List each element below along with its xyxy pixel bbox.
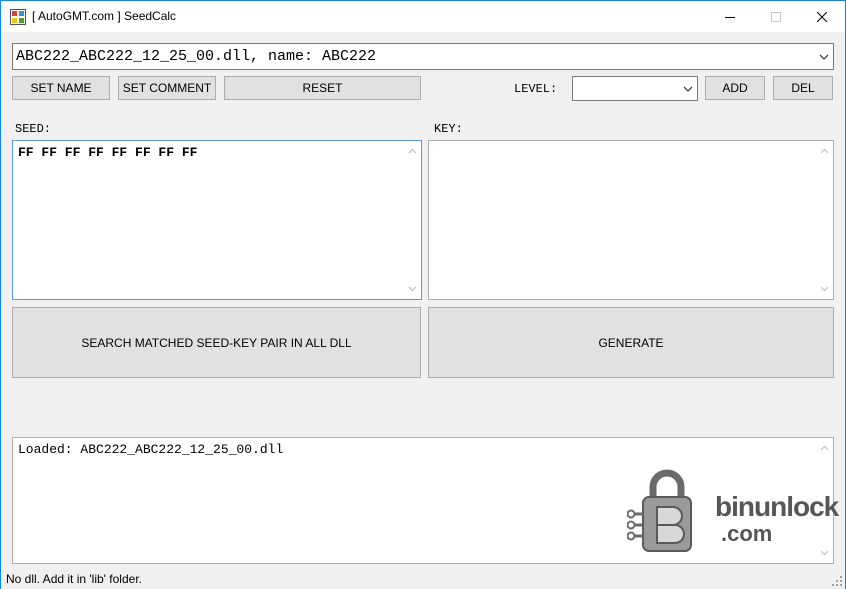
scroll-up-icon[interactable] (408, 147, 417, 156)
status-bar: No dll. Add it in 'lib' folder. (1, 568, 845, 589)
key-scrollbar[interactable] (816, 141, 833, 299)
minimize-button[interactable] (707, 1, 753, 32)
binunlock-watermark: binunlock .com (627, 469, 839, 555)
close-button[interactable] (799, 1, 845, 32)
resize-grip-icon[interactable] (832, 576, 842, 586)
binunlock-logo-icon (627, 469, 692, 552)
chevron-down-icon (683, 86, 693, 92)
key-textarea[interactable] (428, 140, 834, 300)
maximize-icon (771, 11, 781, 22)
add-level-button[interactable]: ADD (705, 76, 765, 100)
set-comment-button[interactable]: SET COMMENT (118, 76, 216, 100)
level-select[interactable] (572, 76, 698, 101)
search-matched-pair-button[interactable]: SEARCH MATCHED SEED-KEY PAIR IN ALL DLL (12, 307, 421, 378)
log-text: Loaded: ABC222_ABC222_12_25_00.dll (18, 442, 284, 457)
chevron-down-icon (819, 54, 829, 60)
watermark-text: binunlock (715, 491, 839, 522)
generate-button[interactable]: GENERATE (428, 307, 834, 378)
status-text: No dll. Add it in 'lib' folder. (6, 572, 142, 586)
window-title: [ AutoGMT.com ] SeedCalc (32, 9, 177, 23)
seed-label: SEED: (15, 122, 52, 136)
seed-value: FF FF FF FF FF FF FF FF (18, 145, 198, 160)
minimize-icon (725, 16, 735, 18)
dll-select-value: ABC222_ABC222_12_25_00.dll, name: ABC222 (16, 48, 377, 65)
scroll-up-icon[interactable] (820, 147, 829, 156)
scroll-down-icon[interactable] (408, 284, 417, 293)
close-icon (817, 11, 827, 22)
key-label: KEY: (434, 122, 463, 136)
maximize-button[interactable] (753, 1, 799, 32)
app-icon (10, 9, 26, 25)
watermark-domain: .com (721, 521, 773, 546)
title-bar[interactable]: [ AutoGMT.com ] SeedCalc (1, 1, 845, 32)
seed-textarea[interactable]: FF FF FF FF FF FF FF FF (12, 140, 422, 300)
level-label: LEVEL: (514, 82, 558, 96)
scroll-down-icon[interactable] (820, 284, 829, 293)
seed-scrollbar[interactable] (404, 141, 421, 299)
dll-select[interactable]: ABC222_ABC222_12_25_00.dll, name: ABC222 (12, 43, 834, 70)
reset-button[interactable]: RESET (224, 76, 421, 100)
set-name-button[interactable]: SET NAME (12, 76, 110, 100)
app-window: [ AutoGMT.com ] SeedCalc ABC222_ABC222_1… (0, 0, 846, 589)
scroll-up-icon[interactable] (820, 444, 829, 453)
del-level-button[interactable]: DEL (773, 76, 833, 100)
